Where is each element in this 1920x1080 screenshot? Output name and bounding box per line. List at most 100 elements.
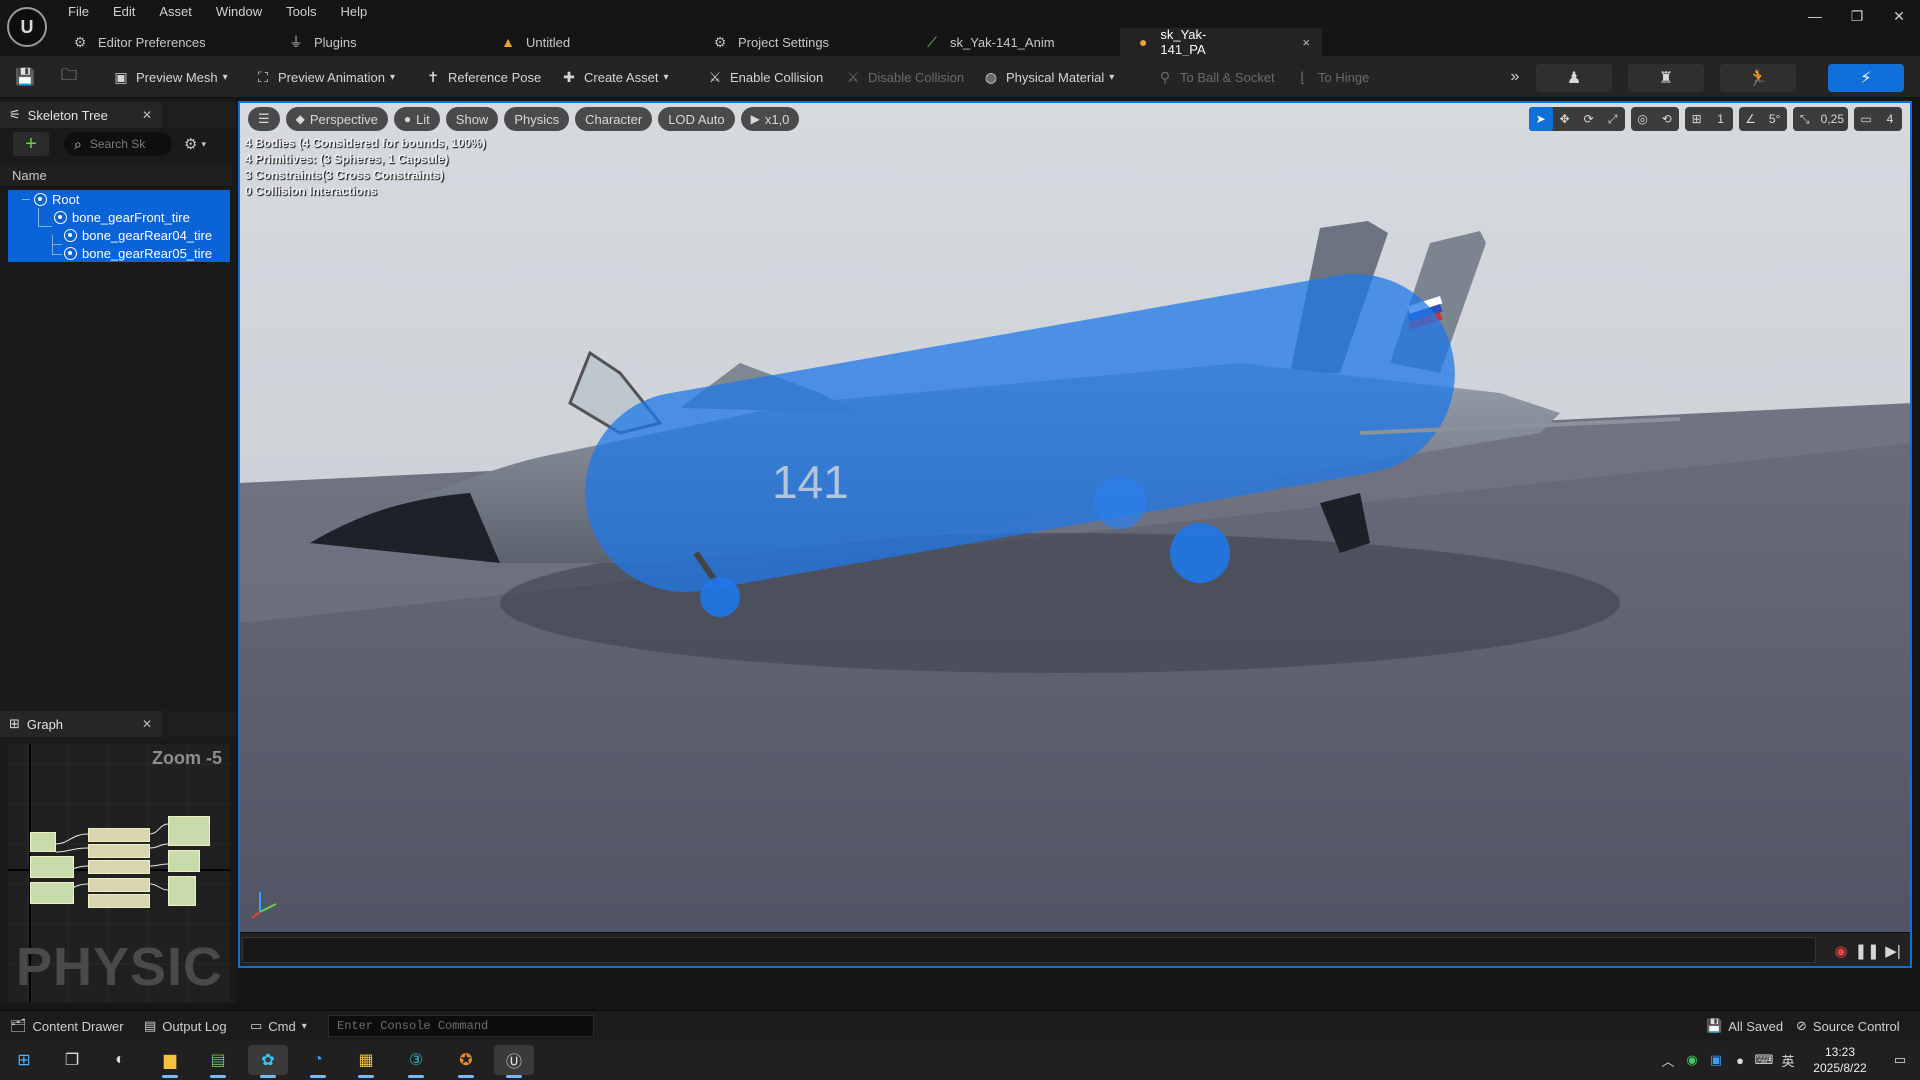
chat-app-icon[interactable]: ✿ bbox=[248, 1045, 288, 1078]
keyboard-icon[interactable]: ⌨ bbox=[1752, 1052, 1776, 1068]
record-icon[interactable]: ◉ bbox=[1830, 940, 1852, 962]
timeline-track[interactable] bbox=[242, 937, 1816, 963]
graph-node[interactable] bbox=[88, 894, 150, 908]
to-hinge-button[interactable]: ⌊ To Hinge bbox=[1294, 63, 1369, 91]
rotation-snap-value[interactable]: 5° bbox=[1763, 107, 1787, 131]
angle-snap-icon[interactable]: ∠ bbox=[1739, 107, 1763, 131]
network-icon[interactable]: ● bbox=[1728, 1053, 1752, 1068]
3d-app-icon[interactable]: ③ bbox=[396, 1045, 436, 1078]
tab-anim-sequence[interactable]: ⟋ sk_Yak-141_Anim bbox=[908, 28, 1120, 56]
physical-material-button[interactable]: ◍ Physical Material ▾ bbox=[982, 63, 1114, 91]
pause-icon[interactable]: ❚❚ bbox=[1854, 940, 1879, 962]
add-icon[interactable]: + bbox=[13, 132, 49, 156]
perspective-button[interactable]: ◆ Perspective bbox=[285, 107, 388, 131]
viewport-menu-button[interactable]: ☰ bbox=[248, 107, 280, 131]
menu-tools[interactable]: Tools bbox=[274, 2, 328, 22]
skeleton-settings-button[interactable]: ⚙ ▾ bbox=[184, 132, 206, 156]
source-control-button[interactable]: ⊘ Source Control bbox=[1796, 1011, 1900, 1041]
reference-pose-button[interactable]: ✝ Reference Pose bbox=[424, 63, 541, 91]
grid-snap-icon[interactable]: ⊞ bbox=[1685, 107, 1709, 131]
translate-icon[interactable]: ✥ bbox=[1553, 107, 1577, 131]
overflow-chevron-icon[interactable]: » bbox=[1502, 64, 1528, 90]
disable-collision-button[interactable]: ⚔ Disable Collision bbox=[844, 63, 964, 91]
rotate-icon[interactable]: ⟳ bbox=[1577, 107, 1601, 131]
tab-plugins[interactable]: ⏚ Plugins bbox=[272, 28, 484, 56]
menu-file[interactable]: File bbox=[56, 2, 101, 22]
unreal-engine-icon[interactable]: Ⓤ bbox=[494, 1045, 534, 1078]
enable-collision-button[interactable]: ⚔ Enable Collision bbox=[706, 63, 824, 91]
close-icon[interactable]: ✕ bbox=[142, 108, 152, 122]
close-icon[interactable]: ✕ bbox=[142, 717, 152, 731]
console-command-input[interactable]: Enter Console Command bbox=[328, 1015, 594, 1037]
scale-snap-icon[interactable]: ⤡ bbox=[1793, 107, 1817, 131]
task-view-icon[interactable]: ❐ bbox=[52, 1045, 92, 1075]
output-log-button[interactable]: ▤ Output Log bbox=[144, 1011, 227, 1041]
notification-icon[interactable]: ▭ bbox=[1880, 1052, 1920, 1068]
bone-row-root[interactable]: Root bbox=[34, 190, 79, 208]
bone-row-gear-rear05[interactable]: bone_gearRear05_tire bbox=[64, 244, 212, 262]
grid-size-value[interactable]: 1 bbox=[1709, 107, 1733, 131]
minimize-icon[interactable]: — bbox=[1794, 0, 1836, 32]
camera-speed-value[interactable]: 4 bbox=[1878, 107, 1902, 131]
select-icon[interactable]: ➤ bbox=[1528, 107, 1553, 131]
restore-icon[interactable]: ❐ bbox=[1836, 0, 1878, 32]
name-column-header[interactable]: Name bbox=[0, 165, 232, 187]
app-icon[interactable]: ◐ bbox=[100, 1045, 140, 1075]
graph-node[interactable] bbox=[88, 844, 150, 858]
graph-node[interactable] bbox=[88, 860, 150, 874]
graph-node[interactable] bbox=[168, 850, 200, 872]
skeleton-mode-icon[interactable]: ♟ bbox=[1536, 64, 1612, 92]
physics-mode-icon[interactable]: ⚡ bbox=[1828, 64, 1904, 92]
windows-start-icon[interactable]: ⊞ bbox=[4, 1045, 44, 1075]
menu-asset[interactable]: Asset bbox=[147, 2, 204, 22]
unreal-logo-icon[interactable]: U bbox=[7, 7, 47, 47]
create-asset-button[interactable]: ✚ Create Asset ▾ bbox=[560, 63, 668, 91]
physics-button[interactable]: Physics bbox=[504, 107, 570, 131]
skeleton-search-input[interactable]: ⌕ Search Sk bbox=[64, 132, 172, 156]
browse-asset-icon[interactable]: 🗀 bbox=[56, 64, 82, 90]
menu-edit[interactable]: Edit bbox=[101, 2, 147, 22]
menu-window[interactable]: Window bbox=[204, 2, 274, 22]
graph-tab[interactable]: ⊞ Graph ✕ bbox=[0, 711, 236, 737]
cmd-dropdown[interactable]: ▭ Cmd ▾ bbox=[250, 1011, 307, 1041]
tab-physics-asset[interactable]: ● sk_Yak-141_PA × bbox=[1120, 27, 1322, 57]
bone-row-gear-rear04[interactable]: bone_gearRear04_tire bbox=[64, 226, 212, 244]
playback-speed-button[interactable]: ▶ x1,0 bbox=[740, 107, 800, 131]
constraint-graph[interactable]: Zoom -5 PHYSIC bbox=[8, 744, 230, 1002]
edge-browser-icon[interactable]: ◔ bbox=[298, 1045, 338, 1078]
file-explorer-icon[interactable]: ▆ bbox=[150, 1045, 190, 1078]
surface-snap-icon[interactable]: ⟲ bbox=[1655, 107, 1679, 131]
to-ball-socket-button[interactable]: ⚲ To Ball & Socket bbox=[1156, 63, 1275, 91]
tab-untitled[interactable]: ▲ Untitled bbox=[484, 28, 696, 56]
content-drawer-button[interactable]: 🗂 Content Drawer bbox=[10, 1011, 124, 1041]
scale-snap-value[interactable]: 0,25 bbox=[1817, 107, 1848, 131]
save-icon[interactable]: 💾 bbox=[12, 64, 38, 90]
graph-node[interactable] bbox=[168, 816, 210, 846]
graph-node[interactable] bbox=[168, 876, 196, 906]
lod-button[interactable]: LOD Auto bbox=[658, 107, 735, 131]
scale-icon[interactable]: ⤢ bbox=[1601, 107, 1625, 131]
show-button[interactable]: Show bbox=[445, 107, 499, 131]
viewport[interactable]: 141 ☰ ◆ Perspective ● Lit Show Physics C… bbox=[238, 101, 1912, 968]
skeleton-tree-tab[interactable]: ⚟ Skeleton Tree ✕ bbox=[0, 102, 236, 128]
mesh-mode-icon[interactable]: ♜ bbox=[1628, 64, 1704, 92]
all-saved-button[interactable]: 💾 All Saved bbox=[1706, 1011, 1783, 1041]
graph-node[interactable] bbox=[30, 832, 56, 852]
preview-mesh-button[interactable]: ▣ Preview Mesh ▾ bbox=[112, 63, 227, 91]
preview-animation-button[interactable]: ⛶ Preview Animation ▾ bbox=[254, 63, 395, 91]
graph-node[interactable] bbox=[88, 828, 150, 842]
graph-node[interactable] bbox=[30, 856, 74, 878]
bone-row-gear-front[interactable]: bone_gearFront_tire bbox=[54, 208, 190, 226]
graph-node[interactable] bbox=[88, 878, 150, 892]
calendar-app-icon[interactable]: ▦ bbox=[346, 1045, 386, 1078]
bluetooth-icon[interactable]: ▣ bbox=[1704, 1052, 1728, 1068]
close-window-icon[interactable]: ✕ bbox=[1878, 0, 1920, 32]
world-space-icon[interactable]: ◎ bbox=[1631, 107, 1655, 131]
notepad-icon[interactable]: ▤ bbox=[198, 1045, 238, 1078]
lit-button[interactable]: ● Lit bbox=[393, 107, 440, 131]
tab-editor-preferences[interactable]: ⚙ Editor Preferences bbox=[56, 28, 272, 56]
close-tab-icon[interactable]: × bbox=[1302, 35, 1310, 50]
step-forward-icon[interactable]: ▶| bbox=[1882, 940, 1904, 962]
graph-node[interactable] bbox=[30, 882, 74, 904]
clock[interactable]: 13:23 2025/8/22 bbox=[1800, 1044, 1880, 1076]
